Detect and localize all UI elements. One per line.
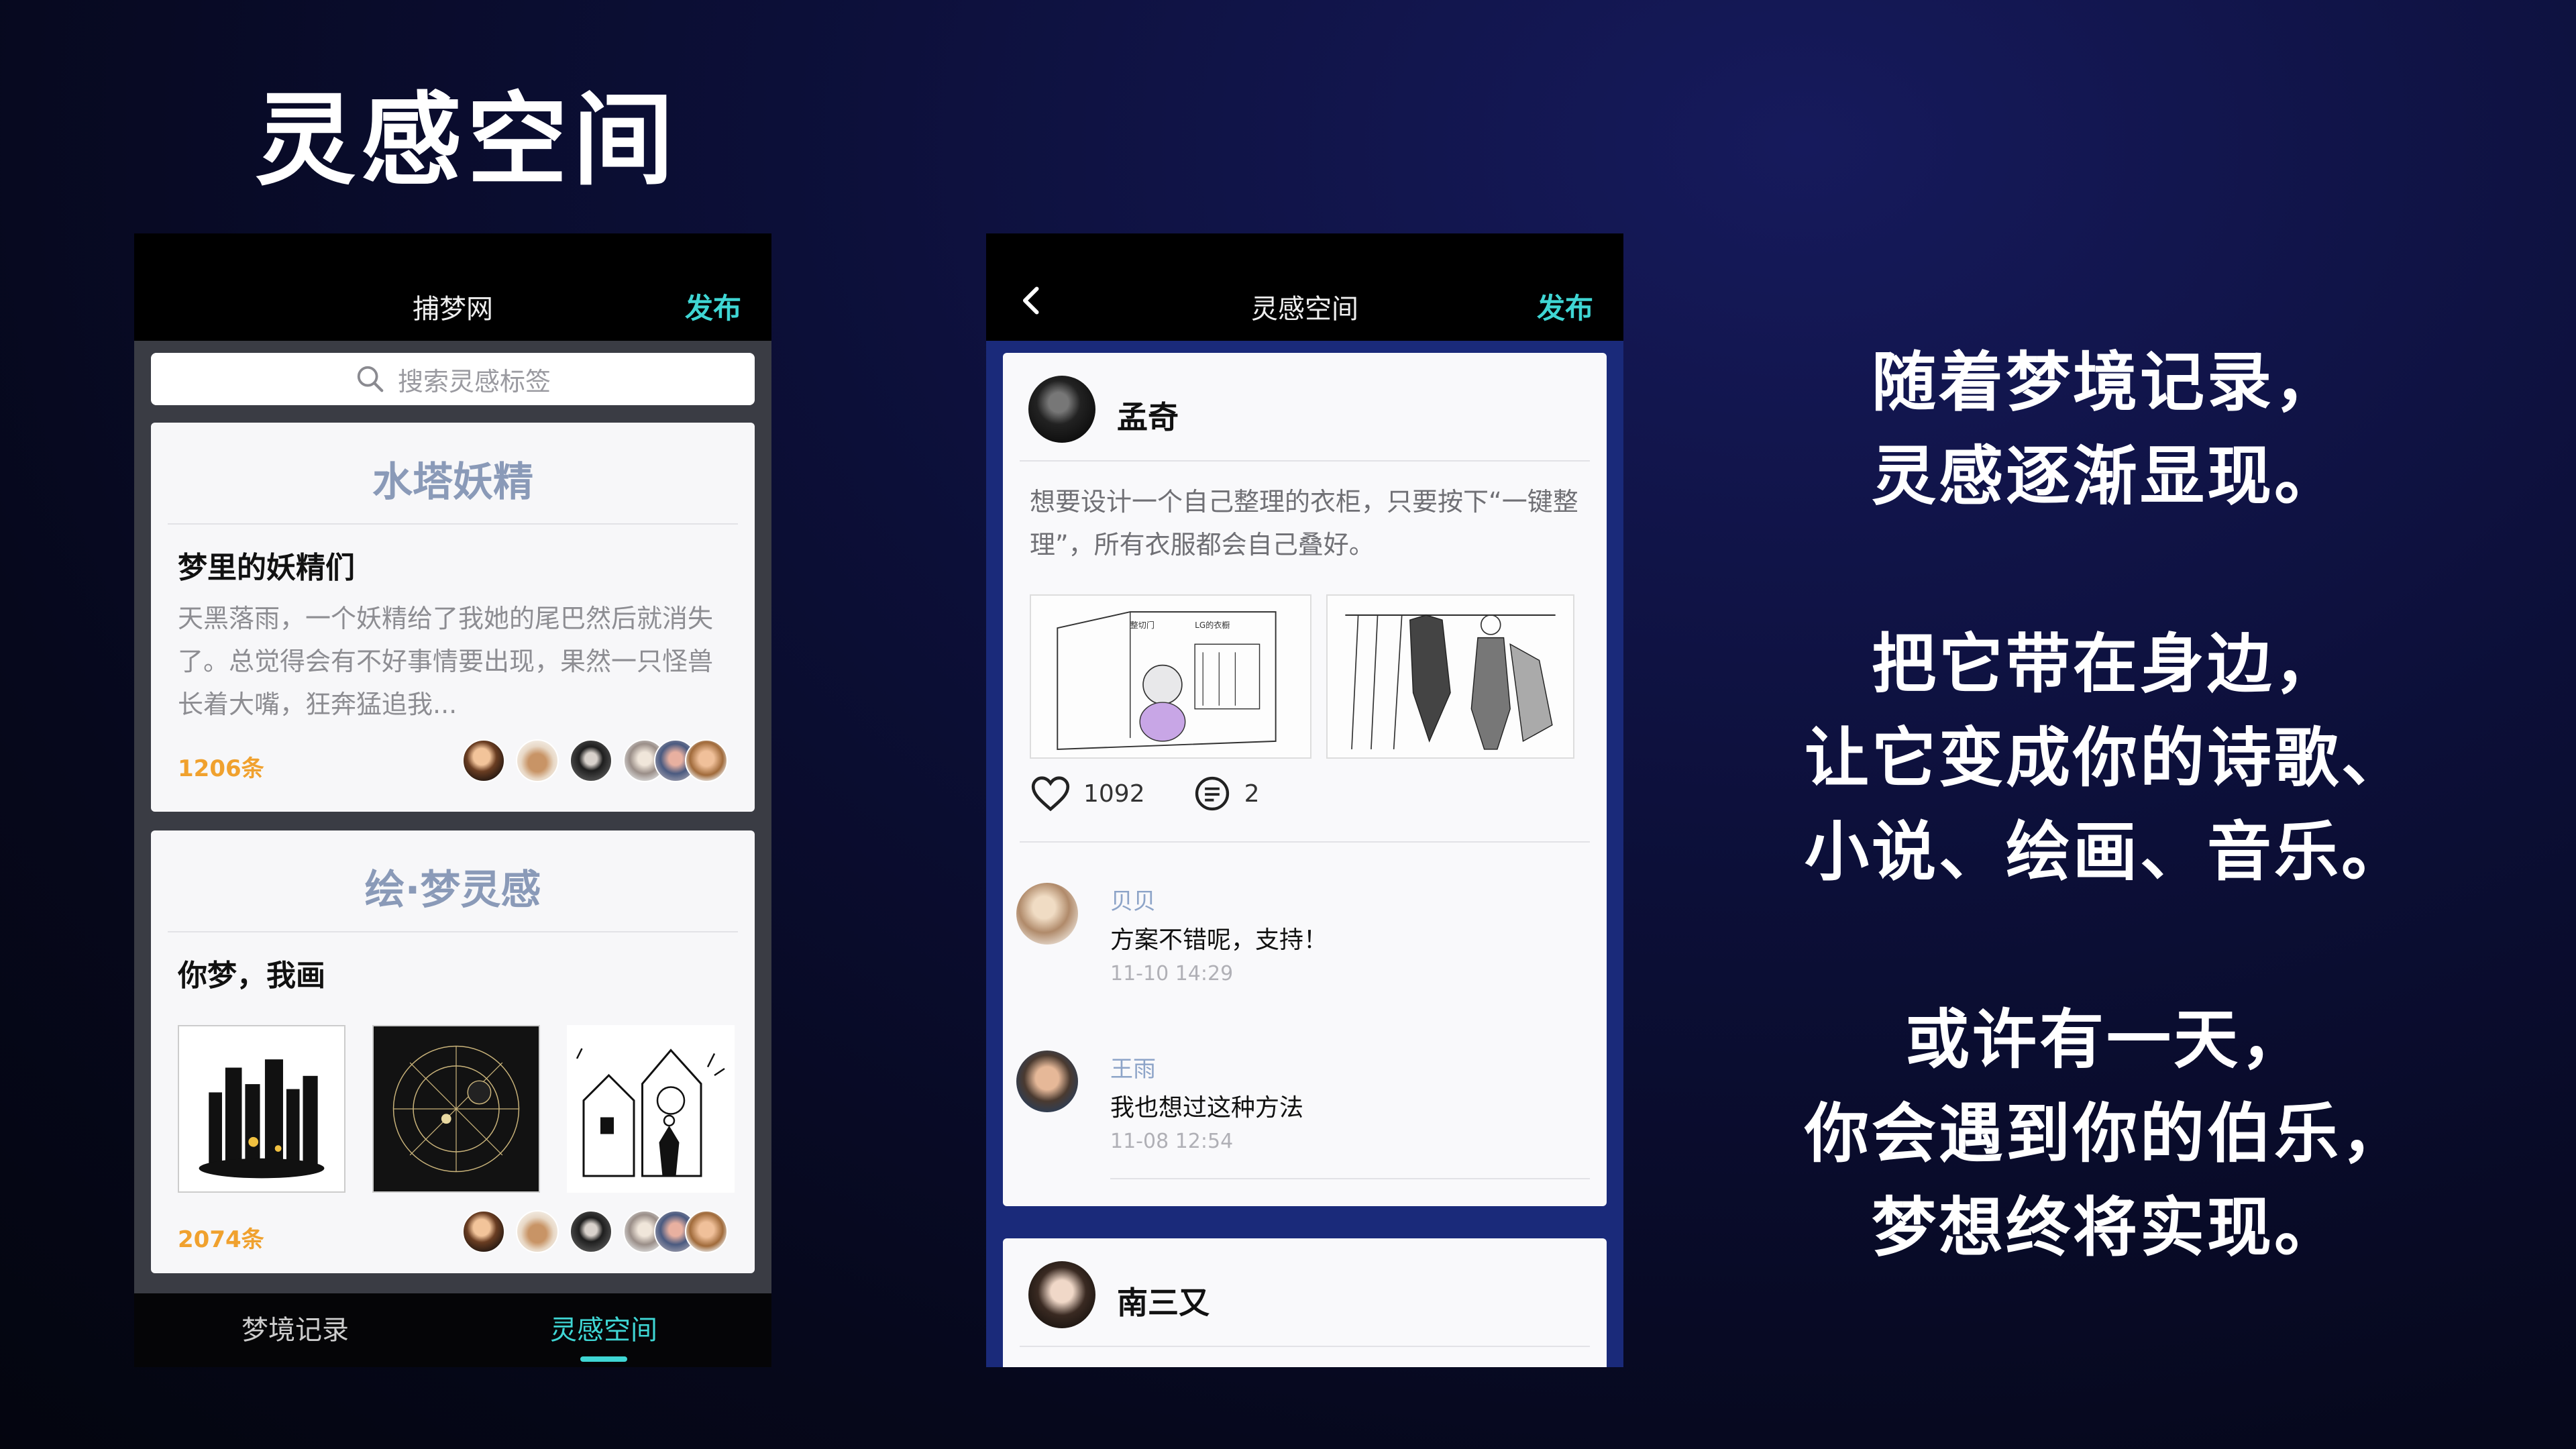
- side-paragraph: 随着梦境记录， 灵感逐渐显现。: [1717, 335, 2496, 523]
- sketch-label: 整切门: [1130, 620, 1155, 630]
- like-count: 1092: [1083, 780, 1145, 808]
- artwork-thumbnail[interactable]: [372, 1025, 540, 1193]
- tab-inspiration-space[interactable]: 灵感空间: [550, 1308, 657, 1347]
- tab-bar: 梦境记录 灵感空间: [134, 1293, 771, 1367]
- inspiration-card[interactable]: 绘·梦灵感 你梦，我画 2074条: [151, 830, 755, 1273]
- avatar-group[interactable]: [462, 739, 728, 782]
- card-tag[interactable]: 水塔妖精: [151, 449, 755, 508]
- avatar[interactable]: [462, 1210, 505, 1253]
- post-card[interactable]: 孟奇 想要设计一个自己整理的衣柜，只要按下“一键整理”，所有衣服都会自己叠好。 …: [1003, 353, 1607, 1206]
- comment-author[interactable]: 王雨: [1110, 1051, 1156, 1083]
- card-count: 2074条: [178, 1226, 264, 1253]
- divider: [168, 523, 738, 525]
- side-paragraph: 把它带在身边， 让它变成你的诗歌、 小说、绘画、音乐。: [1717, 617, 2496, 899]
- comment-time: 11-10 14:29: [1110, 962, 1234, 985]
- post-actions: 1092 2: [1030, 774, 1307, 813]
- avatar[interactable]: [462, 739, 505, 782]
- post-image[interactable]: [1326, 594, 1574, 759]
- nav-title: 捕梦网: [413, 294, 493, 325]
- search-placeholder: 搜索灵感标签: [397, 366, 551, 396]
- active-tab-indicator: [580, 1356, 627, 1362]
- side-line: 让它变成你的诗歌、: [1805, 720, 2408, 796]
- avatar[interactable]: [1028, 376, 1095, 443]
- comment-text: 方案不错呢，支持！: [1110, 926, 1328, 954]
- navbar: 灵感空间 发布: [986, 233, 1623, 341]
- divider: [1020, 460, 1590, 462]
- artwork-thumbnails: [178, 1025, 761, 1193]
- side-paragraph: 或许有一天， 你会遇到你的伯乐， 梦想终将实现。: [1717, 993, 2496, 1275]
- avatar[interactable]: [1016, 883, 1078, 945]
- navbar: 捕梦网 发布: [134, 233, 771, 341]
- heart-icon[interactable]: [1030, 774, 1071, 813]
- publish-button[interactable]: 发布: [685, 286, 741, 327]
- divider: [1020, 1346, 1590, 1347]
- card-tag[interactable]: 绘·梦灵感: [151, 857, 755, 916]
- post-author[interactable]: 孟奇: [1117, 393, 1179, 437]
- card-body: 天黑落雨，一个妖精给了我她的尾巴然后就消失了。总觉得会有不好事情要出现，果然一只…: [178, 604, 714, 719]
- side-line: 你会遇到你的伯乐，: [1805, 1096, 2408, 1171]
- comment-author[interactable]: 贝贝: [1110, 883, 1156, 916]
- phone-dream-net: 捕梦网 发布 搜索灵感标签 水塔妖精 梦里的妖精们 天黑落雨，一个妖精给了我她的…: [134, 233, 771, 1367]
- side-line: 小说、绘画、音乐。: [1805, 814, 2408, 890]
- artwork-thumbnail[interactable]: [567, 1025, 735, 1193]
- nav-title: 灵感空间: [1251, 294, 1358, 325]
- side-line: 把它带在身边，: [1872, 627, 2341, 702]
- post-images: 整切门 LG的衣橱: [1030, 594, 1589, 759]
- avatar[interactable]: [685, 1210, 728, 1253]
- avatar-group[interactable]: [462, 1210, 728, 1253]
- comment-text: 我也想过这种方法: [1110, 1094, 1304, 1122]
- card-heading: 你梦，我画: [178, 959, 325, 993]
- comment-time: 11-08 12:54: [1110, 1130, 1234, 1153]
- avatar[interactable]: [570, 739, 612, 782]
- post-text: 想要设计一个自己整理的衣柜，只要按下“一键整理”，所有衣服都会自己叠好。: [1030, 487, 1578, 559]
- avatar[interactable]: [1016, 1051, 1078, 1112]
- card-count: 1206条: [178, 755, 264, 782]
- artwork-thumbnail[interactable]: [178, 1025, 345, 1193]
- search-input[interactable]: 搜索灵感标签: [151, 353, 755, 405]
- side-line: 随着梦境记录，: [1872, 345, 2341, 420]
- avatar[interactable]: [570, 1210, 612, 1253]
- avatar[interactable]: [1028, 1261, 1095, 1328]
- side-line: 梦想终将实现。: [1872, 1190, 2341, 1265]
- search-icon: [357, 366, 384, 392]
- comment-item: 王雨 我也想过这种方法 11-08 12:54: [1016, 1051, 1593, 1158]
- card-heading: 梦里的妖精们: [178, 551, 355, 585]
- avatar[interactable]: [516, 739, 559, 782]
- avatar[interactable]: [516, 1210, 559, 1253]
- tab-dream-record[interactable]: 梦境记录: [241, 1308, 349, 1347]
- side-line: 灵感逐渐显现。: [1872, 439, 2341, 514]
- post-image[interactable]: 整切门 LG的衣橱: [1030, 594, 1311, 759]
- divider: [1110, 1178, 1590, 1179]
- comment-item: 贝贝 方案不错呢，支持！ 11-10 14:29: [1016, 883, 1593, 990]
- phone-inspiration-space: 灵感空间 发布 孟奇 想要设计一个自己整理的衣柜，只要按下“一键整理”，所有衣服…: [986, 233, 1623, 1367]
- post-author[interactable]: 南三又: [1117, 1279, 1210, 1323]
- publish-button[interactable]: 发布: [1537, 286, 1593, 327]
- sketch-label: LG的衣橱: [1195, 620, 1230, 630]
- side-line: 或许有一天，: [1905, 1002, 2308, 1077]
- hero-title: 灵感空间: [255, 83, 680, 199]
- comment-icon[interactable]: [1192, 774, 1232, 813]
- avatar[interactable]: [685, 739, 728, 782]
- divider: [1020, 841, 1590, 843]
- divider: [168, 931, 738, 932]
- post-card[interactable]: 南三又: [1003, 1238, 1607, 1367]
- comment-count: 2: [1244, 780, 1260, 808]
- inspiration-card[interactable]: 水塔妖精 梦里的妖精们 天黑落雨，一个妖精给了我她的尾巴然后就消失了。总觉得会有…: [151, 423, 755, 812]
